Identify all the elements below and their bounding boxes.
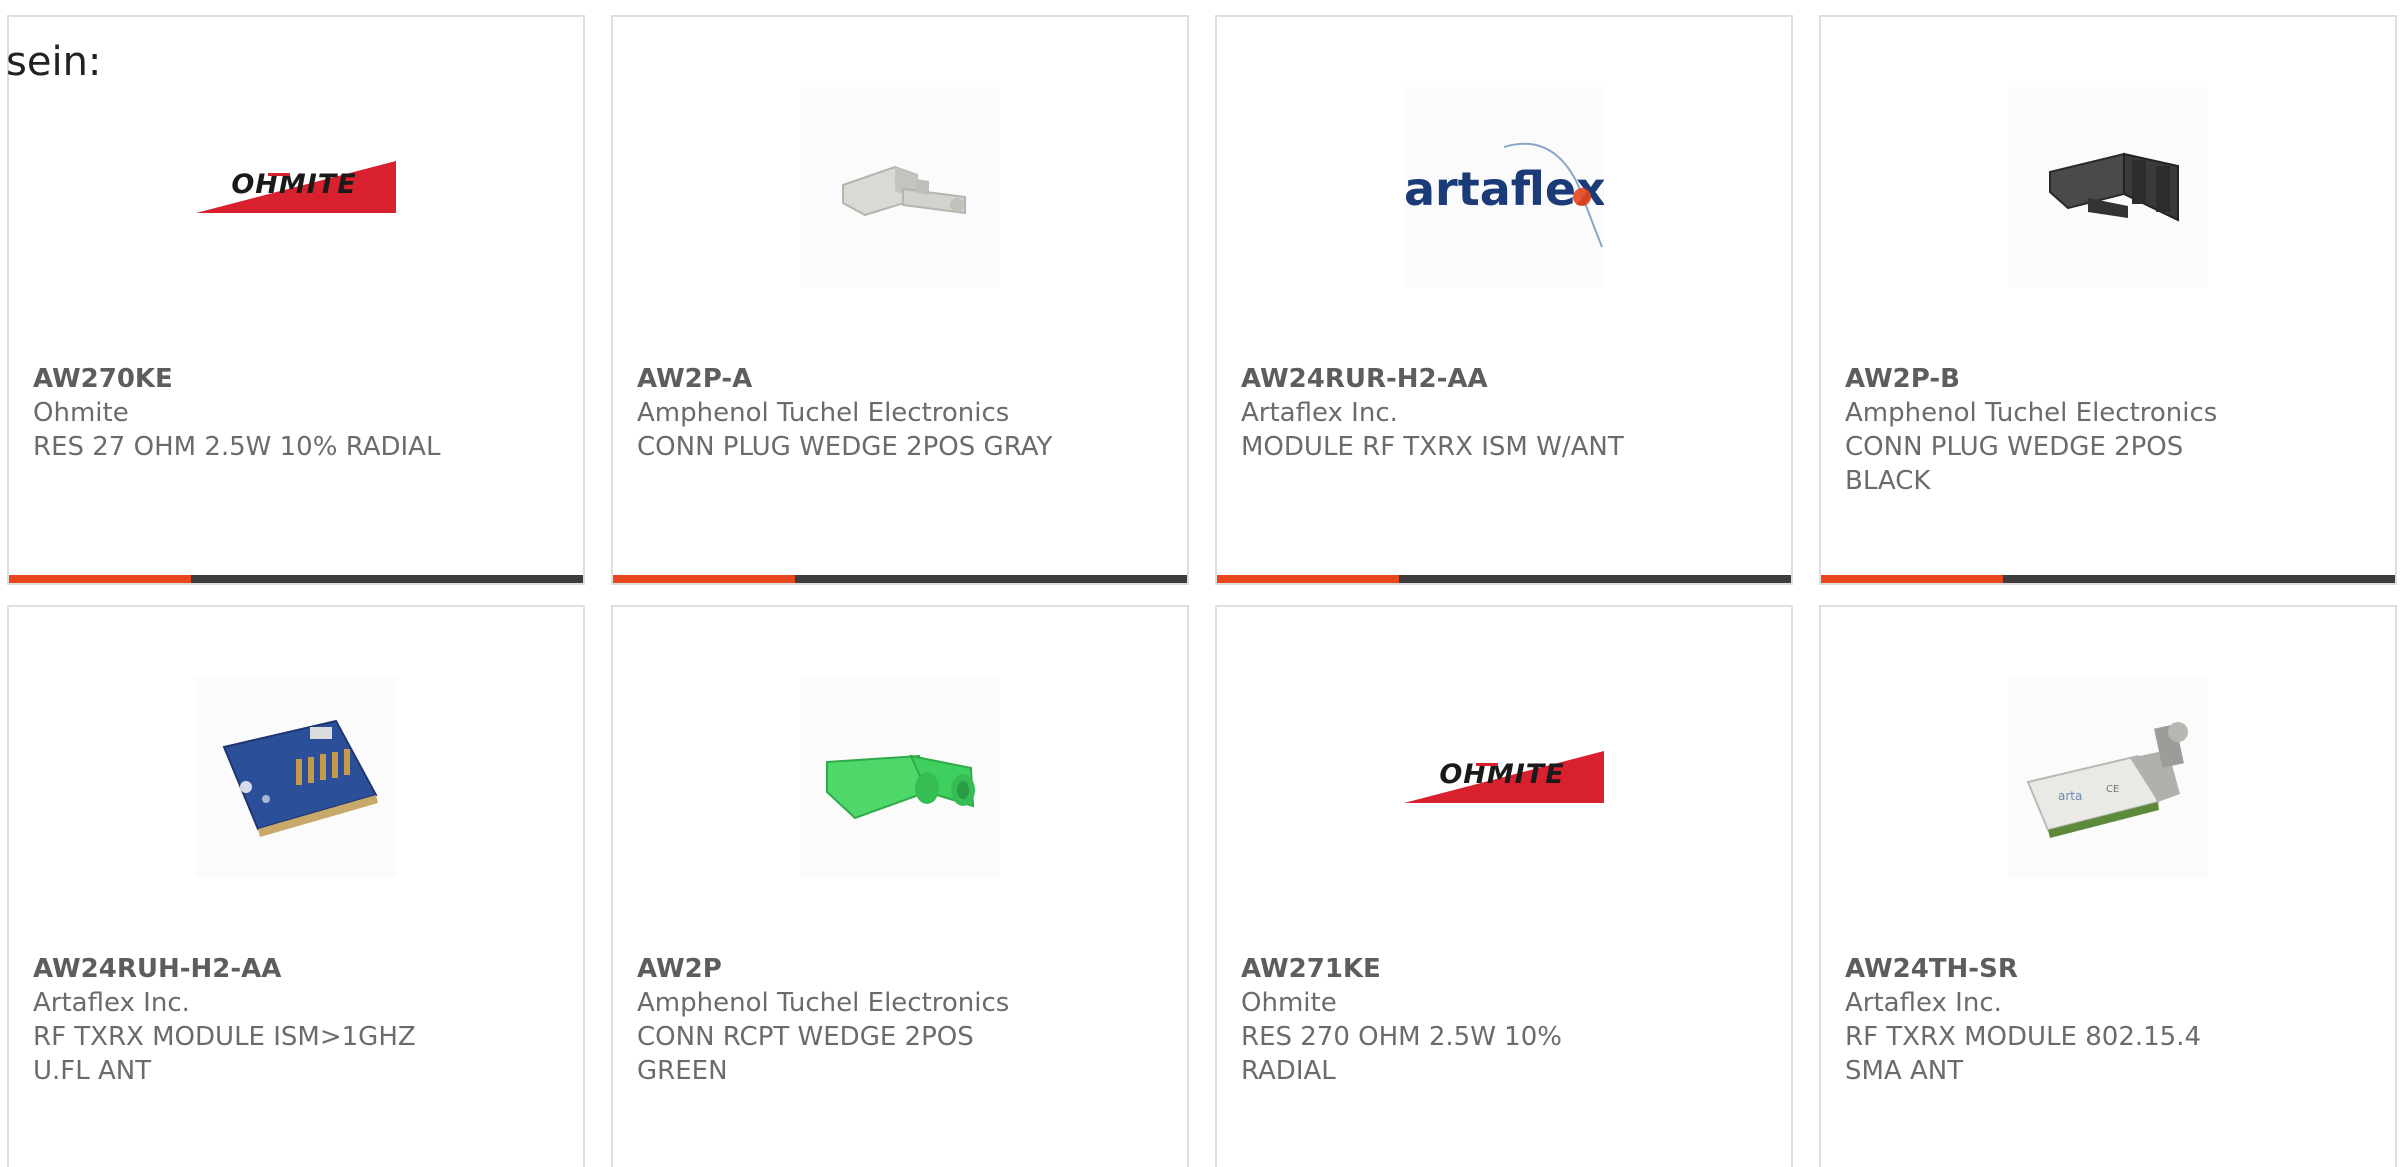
- manufacturer: Artaflex Inc.: [1241, 398, 1398, 428]
- product-card[interactable]: arta CE AW24TH-SR Artaflex Inc. RF TXRX …: [1819, 605, 2397, 1167]
- manufacturer: Amphenol Tuchel Electronics: [637, 988, 1010, 1018]
- product-image[interactable]: [800, 87, 1000, 287]
- product-info: AW271KE Ohmite RES 270 OHM 2.5W 10% RADI…: [1241, 952, 1761, 1088]
- card-accent-bar: [1821, 575, 2395, 583]
- product-image[interactable]: [2008, 87, 2208, 287]
- manufacturer: Artaflex Inc.: [1845, 988, 2002, 1018]
- manufacturer: Ohmite: [1241, 988, 1337, 1018]
- product-image[interactable]: [196, 677, 396, 877]
- product-card[interactable]: OHMITE AW270KE Ohmite RES 27 OHM 2.5W 10…: [7, 15, 585, 585]
- product-grid-page: sein: OHMITE AW270KE Ohmite RES 27 OHM 2…: [0, 0, 2400, 1167]
- part-number[interactable]: AW271KE: [1241, 952, 1761, 986]
- card-accent-bar: [9, 575, 583, 583]
- description: RF TXRX MODULE 802.15.4 SMA ANT: [1845, 1022, 2202, 1086]
- part-number[interactable]: AW24TH-SR: [1845, 952, 2365, 986]
- black-wedge-plug-icon: [2049, 152, 2179, 222]
- description: RF TXRX MODULE ISM>1GHZ U.FL ANT: [33, 1022, 416, 1086]
- product-image[interactable]: OHMITE: [1404, 677, 1604, 877]
- artaflex-logo-icon: artaflex: [1404, 142, 1604, 247]
- product-image[interactable]: [800, 677, 1000, 877]
- manufacturer: Ohmite: [33, 398, 129, 428]
- product-image[interactable]: OHMITE: [196, 87, 396, 287]
- product-image[interactable]: arta CE: [2008, 677, 2208, 877]
- part-number[interactable]: AW2P-A: [637, 362, 1157, 396]
- product-info: AW24TH-SR Artaflex Inc. RF TXRX MODULE 8…: [1845, 952, 2365, 1088]
- description: RES 27 OHM 2.5W 10% RADIAL: [33, 432, 441, 462]
- part-number[interactable]: AW24RUH-H2-AA: [33, 952, 553, 986]
- product-card[interactable]: AW24RUH-H2-AA Artaflex Inc. RF TXRX MODU…: [7, 605, 585, 1167]
- manufacturer: Amphenol Tuchel Electronics: [637, 398, 1010, 428]
- product-info: AW24RUH-H2-AA Artaflex Inc. RF TXRX MODU…: [33, 952, 553, 1088]
- card-accent-bar: [613, 575, 1187, 583]
- product-card[interactable]: AW2P-B Amphenol Tuchel Electronics CONN …: [1819, 15, 2397, 585]
- manufacturer: Artaflex Inc.: [33, 988, 190, 1018]
- product-info: AW24RUR-H2-AA Artaflex Inc. MODULE RF TX…: [1241, 362, 1761, 464]
- description: MODULE RF TXRX ISM W/ANT: [1241, 432, 1624, 462]
- part-number[interactable]: AW2P: [637, 952, 1157, 986]
- product-card[interactable]: AW2P Amphenol Tuchel Electronics CONN RC…: [611, 605, 1189, 1167]
- rf-module-sma-icon: arta CE: [2026, 722, 2188, 838]
- description: RES 270 OHM 2.5W 10% RADIAL: [1241, 1022, 1562, 1086]
- rf-module-board-icon: [222, 719, 378, 837]
- ohmite-logo-icon: OHMITE: [1404, 751, 1604, 803]
- product-card[interactable]: AW2P-A Amphenol Tuchel Electronics CONN …: [611, 15, 1189, 585]
- product-card[interactable]: OHMITE AW271KE Ohmite RES 270 OHM 2.5W 1…: [1215, 605, 1793, 1167]
- intro-text: sein:: [6, 39, 102, 85]
- svg-text:CE: CE: [2106, 784, 2119, 795]
- product-info: AW2P Amphenol Tuchel Electronics CONN RC…: [637, 952, 1157, 1088]
- product-info: AW2P-A Amphenol Tuchel Electronics CONN …: [637, 362, 1157, 464]
- gray-wedge-plug-icon: [842, 165, 966, 217]
- description: CONN PLUG WEDGE 2POS GRAY: [637, 432, 1053, 462]
- product-info: AW270KE Ohmite RES 27 OHM 2.5W 10% RADIA…: [33, 362, 553, 464]
- ohmite-logo-icon: OHMITE: [196, 161, 396, 213]
- description: CONN PLUG WEDGE 2POS BLACK: [1845, 432, 2184, 496]
- svg-text:OHMITE: OHMITE: [231, 169, 356, 200]
- card-accent-bar: [1217, 575, 1791, 583]
- part-number[interactable]: AW270KE: [33, 362, 553, 396]
- part-number[interactable]: AW24RUR-H2-AA: [1241, 362, 1761, 396]
- part-number[interactable]: AW2P-B: [1845, 362, 2365, 396]
- product-image[interactable]: artaflex: [1404, 87, 1604, 287]
- svg-text:OHMITE: OHMITE: [1439, 759, 1564, 790]
- svg-text:arta: arta: [2058, 789, 2082, 803]
- product-info: AW2P-B Amphenol Tuchel Electronics CONN …: [1845, 362, 2365, 498]
- product-card[interactable]: artaflex AW24RUR-H2-AA Artaflex Inc. MOD…: [1215, 15, 1793, 585]
- description: CONN RCPT WEDGE 2POS GREEN: [637, 1022, 974, 1086]
- svg-text:artaflex: artaflex: [1404, 162, 1604, 216]
- manufacturer: Amphenol Tuchel Electronics: [1845, 398, 2218, 428]
- green-wedge-receptacle-icon: [826, 754, 975, 820]
